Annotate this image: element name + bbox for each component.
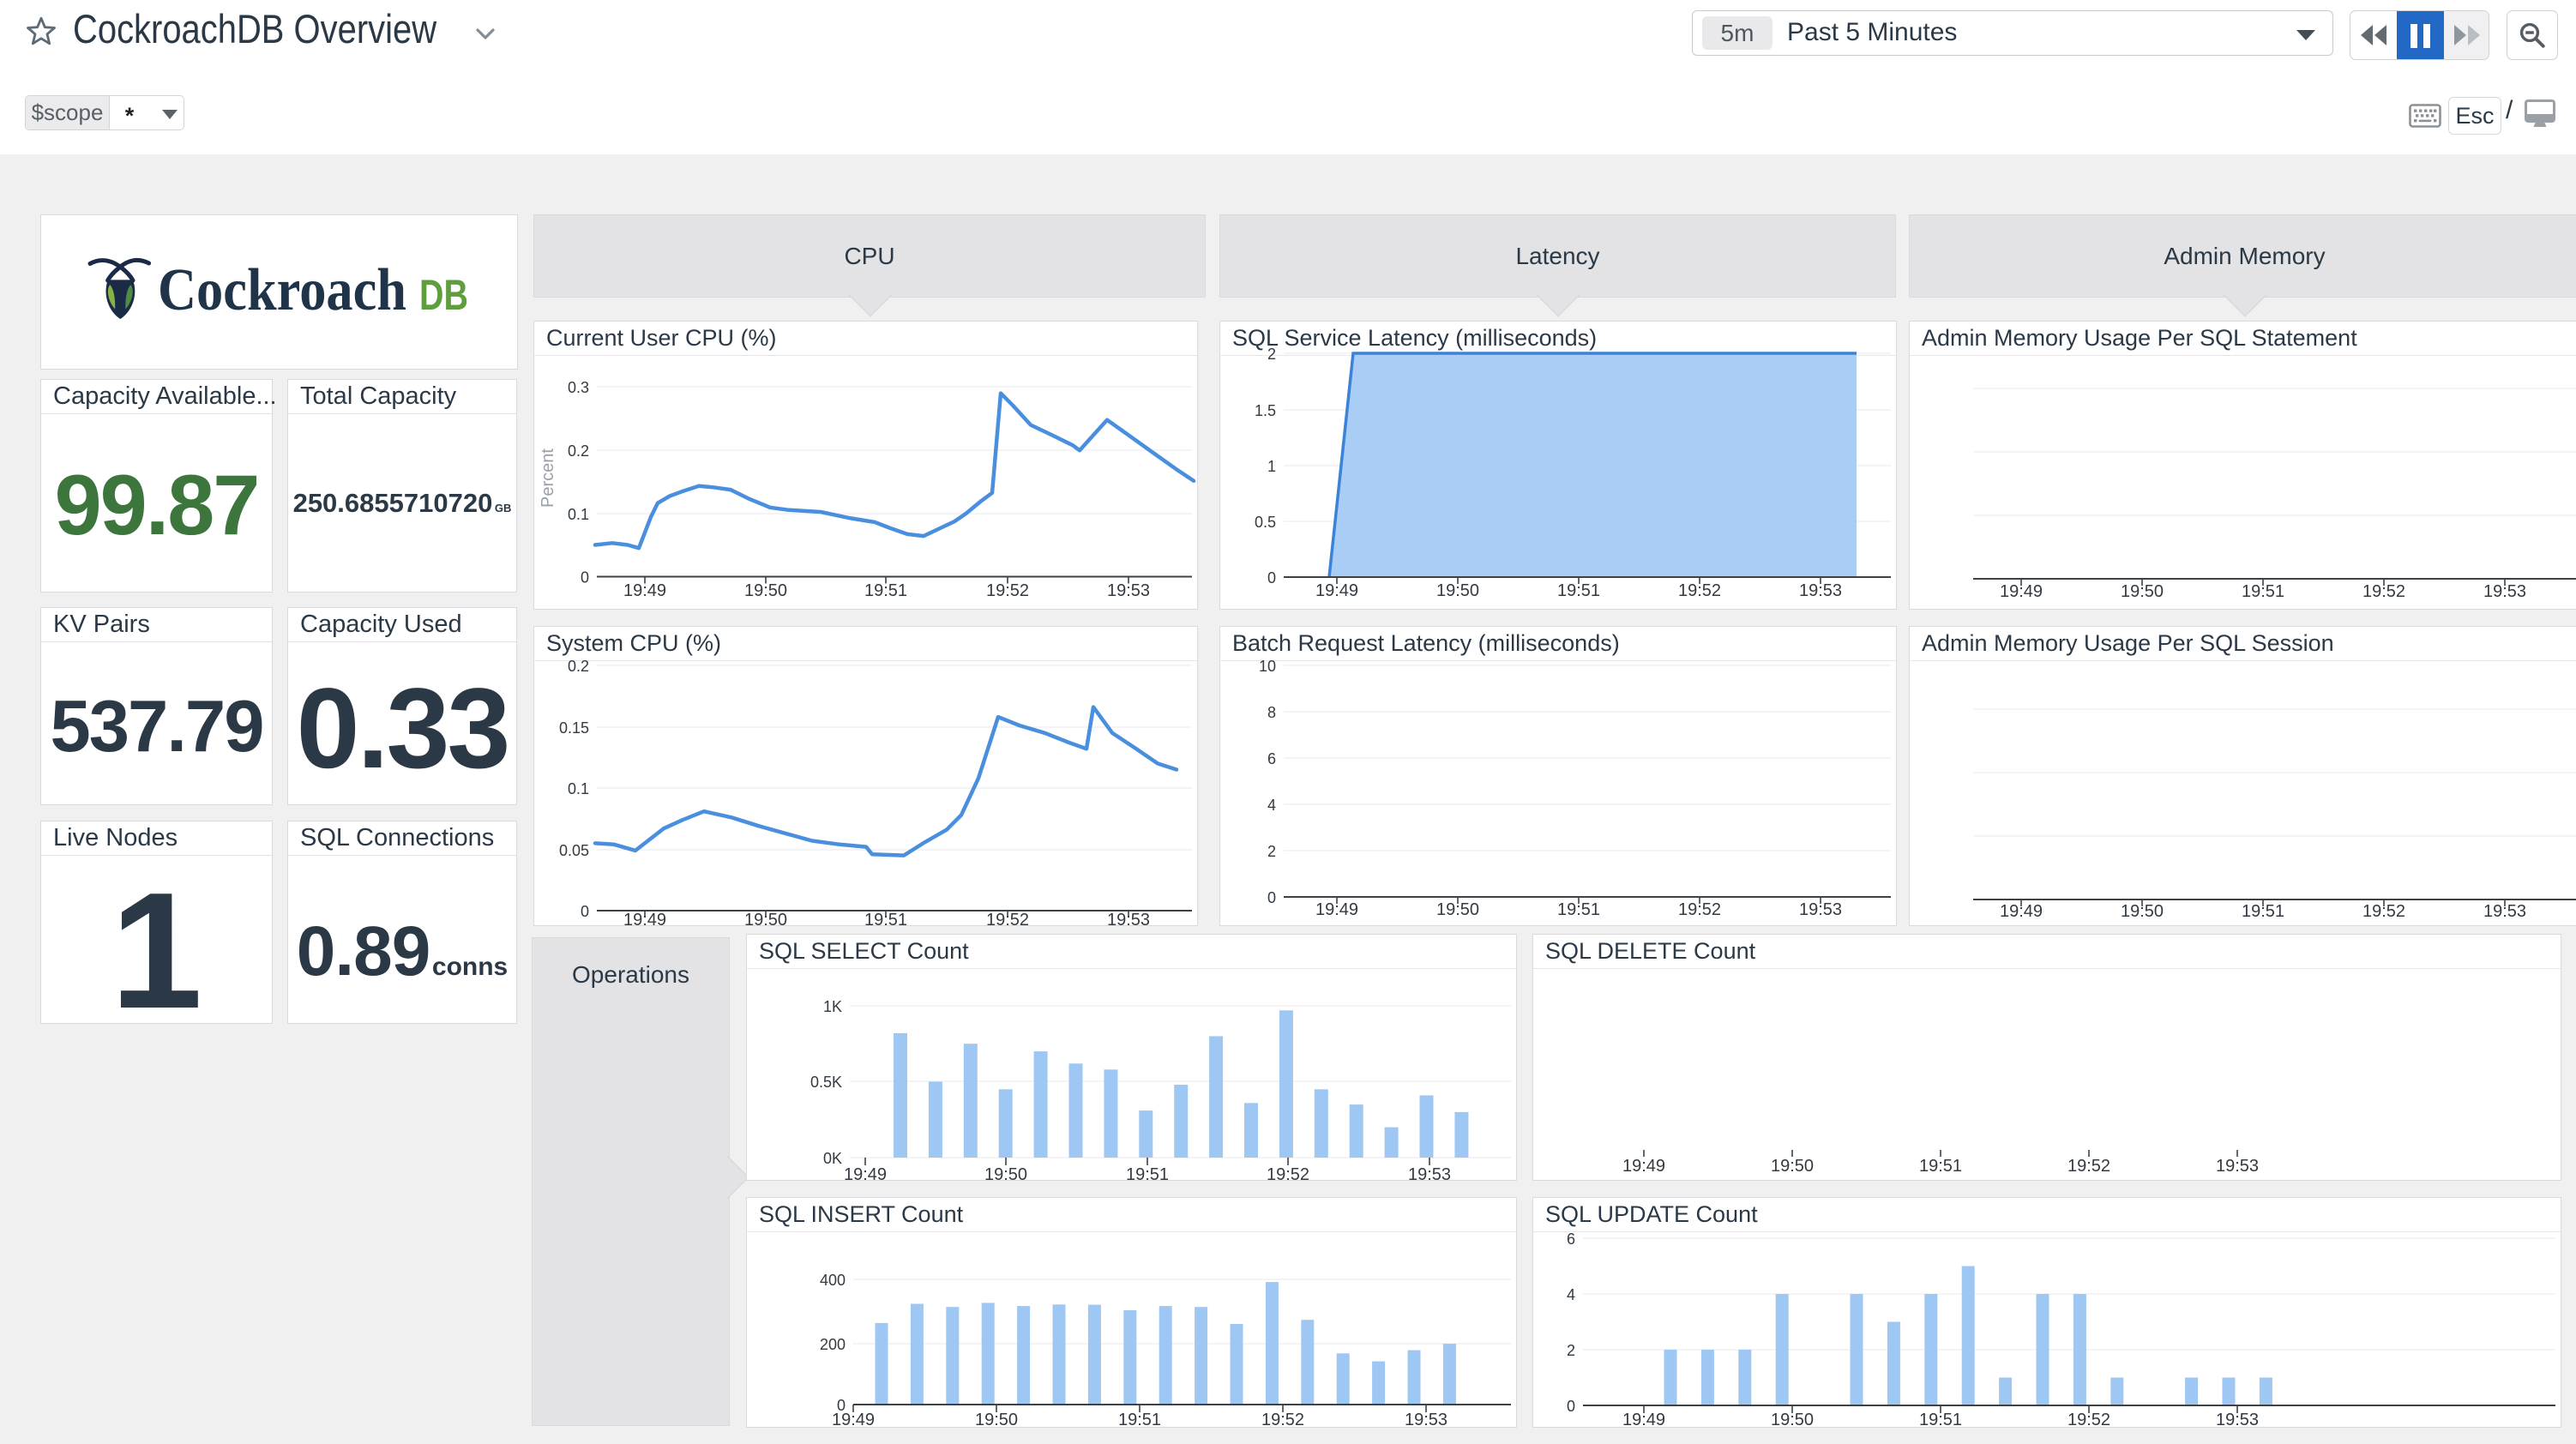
- svg-text:19:53: 19:53: [2483, 902, 2526, 921]
- svg-text:0.2: 0.2: [568, 442, 589, 460]
- svg-text:400: 400: [820, 1272, 846, 1289]
- svg-text:6: 6: [1567, 1230, 1575, 1248]
- svg-text:19:49: 19:49: [623, 581, 666, 600]
- svg-text:0.5: 0.5: [1255, 514, 1276, 531]
- svg-text:19:49: 19:49: [623, 911, 666, 927]
- svg-text:0.2: 0.2: [568, 658, 589, 675]
- svg-text:19:50: 19:50: [975, 1411, 1018, 1429]
- svg-text:19:50: 19:50: [2121, 902, 2164, 921]
- svg-text:19:51: 19:51: [2242, 902, 2284, 921]
- svg-text:19:51: 19:51: [1557, 581, 1600, 600]
- svg-text:19:50: 19:50: [1771, 1411, 1814, 1429]
- svg-text:19:52: 19:52: [1678, 581, 1721, 600]
- svg-text:19:51: 19:51: [864, 911, 907, 927]
- svg-text:19:49: 19:49: [844, 1165, 887, 1182]
- svg-text:19:53: 19:53: [1107, 581, 1150, 600]
- svg-text:0: 0: [1567, 1398, 1575, 1415]
- svg-text:8: 8: [1267, 704, 1276, 721]
- svg-text:Percent: Percent: [539, 448, 557, 508]
- svg-text:0: 0: [1267, 889, 1276, 906]
- svg-text:19:52: 19:52: [1261, 1411, 1304, 1429]
- svg-text:19:51: 19:51: [1557, 900, 1600, 919]
- svg-text:19:53: 19:53: [1408, 1165, 1451, 1182]
- svg-text:19:49: 19:49: [1622, 1157, 1665, 1176]
- svg-text:0.1: 0.1: [568, 506, 589, 523]
- svg-text:19:50: 19:50: [1436, 581, 1479, 600]
- svg-text:19:50: 19:50: [1771, 1157, 1814, 1176]
- svg-text:19:53: 19:53: [1107, 911, 1150, 927]
- svg-text:19:51: 19:51: [864, 581, 907, 600]
- svg-text:19:52: 19:52: [2362, 582, 2405, 601]
- svg-text:1K: 1K: [823, 998, 842, 1015]
- svg-text:19:49: 19:49: [1315, 581, 1358, 600]
- svg-text:19:53: 19:53: [1405, 1411, 1447, 1429]
- svg-text:19:51: 19:51: [1919, 1157, 1962, 1176]
- svg-text:2: 2: [1267, 843, 1276, 860]
- svg-text:0.1: 0.1: [568, 780, 589, 797]
- svg-text:DB: DB: [419, 271, 468, 319]
- svg-text:0.5K: 0.5K: [810, 1074, 842, 1091]
- svg-text:19:49: 19:49: [1622, 1411, 1665, 1429]
- svg-text:0.05: 0.05: [559, 842, 589, 859]
- svg-text:19:52: 19:52: [2362, 902, 2405, 921]
- svg-text:200: 200: [820, 1336, 846, 1353]
- svg-text:0: 0: [581, 569, 589, 587]
- svg-text:19:53: 19:53: [1799, 900, 1842, 919]
- svg-text:6: 6: [1267, 750, 1276, 767]
- svg-text:10: 10: [1259, 658, 1276, 675]
- svg-text:19:53: 19:53: [2216, 1411, 2259, 1429]
- svg-text:19:49: 19:49: [1315, 900, 1358, 919]
- svg-text:Cockroach: Cockroach: [158, 257, 406, 323]
- svg-text:2: 2: [1567, 1342, 1575, 1359]
- svg-text:19:50: 19:50: [2121, 582, 2164, 601]
- svg-text:0: 0: [1267, 569, 1276, 587]
- svg-text:19:52: 19:52: [1267, 1165, 1309, 1182]
- svg-text:0K: 0K: [823, 1150, 842, 1167]
- svg-text:19:51: 19:51: [1118, 1411, 1161, 1429]
- svg-text:19:52: 19:52: [1678, 900, 1721, 919]
- svg-text:0.15: 0.15: [559, 719, 589, 737]
- svg-text:19:51: 19:51: [2242, 582, 2284, 601]
- svg-text:0.3: 0.3: [568, 379, 589, 396]
- svg-text:0: 0: [581, 903, 589, 920]
- svg-text:19:50: 19:50: [744, 581, 787, 600]
- svg-text:4: 4: [1567, 1286, 1575, 1303]
- svg-text:19:49: 19:49: [2000, 902, 2043, 921]
- svg-text:19:49: 19:49: [2000, 582, 2043, 601]
- svg-text:19:53: 19:53: [2483, 582, 2526, 601]
- svg-text:1.5: 1.5: [1255, 402, 1276, 419]
- svg-text:19:52: 19:52: [986, 911, 1029, 927]
- svg-text:19:50: 19:50: [1436, 900, 1479, 919]
- svg-text:19:52: 19:52: [2067, 1157, 2110, 1176]
- svg-text:19:53: 19:53: [2216, 1157, 2259, 1176]
- svg-text:19:49: 19:49: [832, 1411, 875, 1429]
- svg-text:19:50: 19:50: [744, 911, 787, 927]
- svg-text:19:52: 19:52: [2067, 1411, 2110, 1429]
- svg-text:4: 4: [1267, 797, 1276, 814]
- svg-text:19:51: 19:51: [1919, 1411, 1962, 1429]
- svg-text:19:52: 19:52: [986, 581, 1029, 600]
- svg-text:19:53: 19:53: [1799, 581, 1842, 600]
- svg-text:1: 1: [1267, 458, 1276, 475]
- svg-text:19:50: 19:50: [984, 1165, 1027, 1182]
- svg-text:2: 2: [1267, 346, 1276, 363]
- svg-text:19:51: 19:51: [1126, 1165, 1169, 1182]
